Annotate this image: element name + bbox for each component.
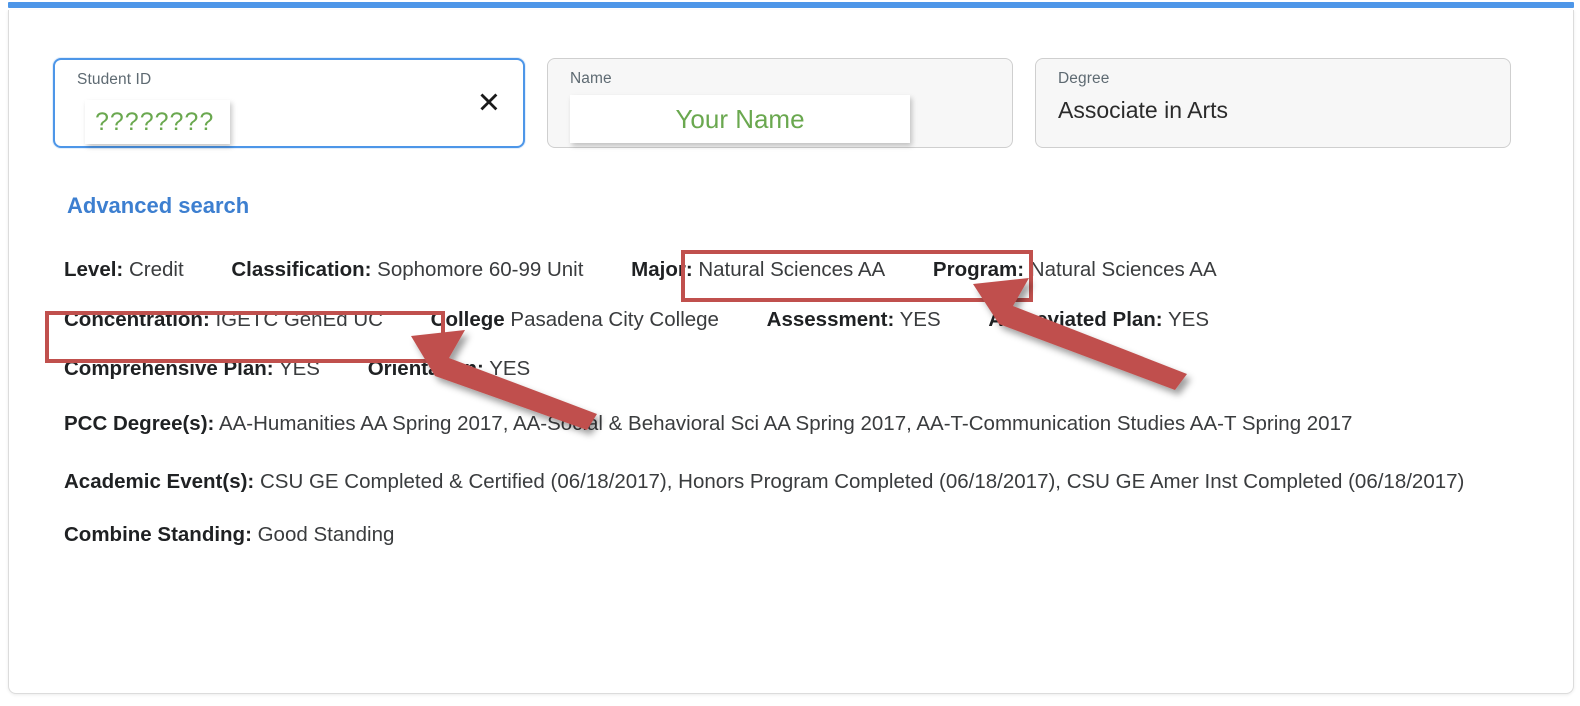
detail-row-academic-events: Academic Event(s): CSU GE Completed & Ce… [64, 467, 1494, 496]
name-redaction: Your Name [570, 95, 910, 143]
combine-standing-label: Combine Standing: [64, 522, 252, 546]
combine-standing-value: Good Standing [257, 522, 395, 546]
detail-row-pcc-degrees: PCC Degree(s): AA-Humanities AA Spring 2… [64, 409, 1494, 438]
major-value: Natural Sciences AA [698, 258, 886, 281]
abbreviated-plan-value: YES [1167, 307, 1209, 331]
name-field[interactable]: Name Your Name [547, 58, 1013, 148]
academic-events-label: Academic Event(s): [64, 469, 255, 493]
orientation-label: Orientation: [367, 357, 484, 380]
level-value: Credit [128, 258, 184, 281]
degree-field[interactable]: Degree Associate in Arts [1035, 58, 1511, 148]
search-fields-row: Student ID ???????? ✕ Name Your Name Deg… [53, 58, 1535, 148]
student-id-field[interactable]: Student ID ???????? ✕ [53, 58, 525, 148]
classification-label: Classification: [231, 258, 372, 281]
major-label: Major: [631, 258, 693, 281]
pcc-degrees-value: AA-Humanities AA Spring 2017, AA-Social … [218, 411, 1353, 435]
orientation-value: YES [489, 357, 531, 380]
student-details: Level: Credit Classification: Sophomore … [64, 258, 1494, 574]
program-value: Natural Sciences AA [1029, 258, 1217, 281]
student-id-redaction: ???????? [85, 100, 230, 144]
advanced-search-link[interactable]: Advanced search [67, 193, 249, 219]
comprehensive-plan-value: YES [278, 357, 320, 380]
assessment-value: YES [899, 307, 941, 331]
detail-row-combine-standing: Combine Standing: Good Standing [64, 522, 1494, 546]
concentration-label: Concentration: [64, 307, 210, 331]
assessment-label: Assessment: [766, 307, 895, 331]
detail-row-2: Concentration: IGETC GenEd UC College Pa… [64, 307, 1494, 331]
abbreviated-plan-label: Abbreviated Plan: [988, 307, 1163, 331]
level-label: Level: [64, 258, 124, 281]
student-record-card: Student ID ???????? ✕ Name Your Name Deg… [8, 10, 1574, 694]
college-value: Pasadena City College [510, 307, 719, 331]
academic-events-value: CSU GE Completed & Certified (06/18/2017… [259, 469, 1465, 493]
degree-value: Associate in Arts [1058, 97, 1229, 123]
college-label: College [430, 307, 505, 331]
student-id-label: Student ID [77, 71, 152, 88]
detail-row-3: Comprehensive Plan: YES Orientation: YES [64, 357, 1494, 380]
comprehensive-plan-label: Comprehensive Plan: [64, 357, 274, 380]
classification-value: Sophomore 60-99 Unit [377, 258, 584, 281]
detail-row-1: Level: Credit Classification: Sophomore … [64, 258, 1494, 281]
close-x-icon[interactable]: ✕ [477, 88, 501, 118]
degree-label: Degree [1058, 70, 1110, 87]
pcc-degrees-label: PCC Degree(s): [64, 411, 215, 435]
concentration-value: IGETC GenEd UC [215, 307, 383, 331]
program-label: Program: [932, 258, 1025, 281]
top-accent-bar [8, 2, 1574, 8]
name-label: Name [570, 70, 612, 87]
